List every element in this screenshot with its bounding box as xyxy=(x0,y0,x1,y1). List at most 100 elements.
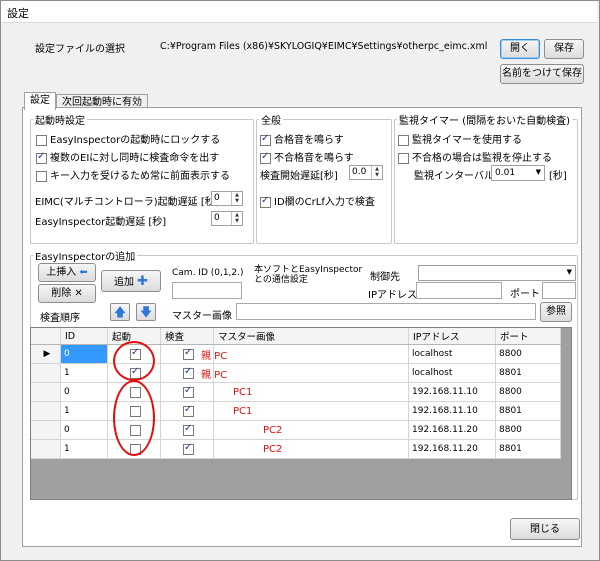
col-header-master[interactable]: マスター画像 xyxy=(213,328,409,345)
plus-icon: ✚ xyxy=(137,274,149,289)
save-as-button[interactable]: 名前をつけて保存 xyxy=(500,64,584,84)
settings-file-path: C:¥Program Files (x86)¥SKYLOGIQ¥EIMC¥Set… xyxy=(160,41,488,52)
id-cell[interactable]: 0 xyxy=(60,420,108,440)
table-row[interactable]: 1 PC2 192.168.11.208801 xyxy=(31,439,561,459)
timer-use-checkbox[interactable] xyxy=(398,134,409,146)
fail-sound-checkbox[interactable] xyxy=(260,151,271,164)
id-cell[interactable]: 0 xyxy=(60,344,108,364)
timer-stop-option[interactable]: 不合格の場合は監視を停止する xyxy=(398,149,552,164)
row-header[interactable] xyxy=(31,401,61,421)
inspector-grid: ID 起動 検査 マスター画像 IPアドレス ポート ▶ 0 親 PC localho… xyxy=(30,327,572,500)
add-button[interactable]: 追加 ✚ xyxy=(101,270,161,292)
id-cell[interactable]: 1 xyxy=(60,439,108,459)
crlf-checkbox[interactable] xyxy=(260,195,271,208)
id-cell[interactable]: 1 xyxy=(60,363,108,383)
check-checkbox[interactable] xyxy=(183,404,194,417)
check-cell[interactable] xyxy=(160,401,214,421)
ei-delay-label: EasyInspector起動遅延 [秒] xyxy=(35,217,167,228)
pass-sound-checkbox[interactable] xyxy=(260,133,271,146)
foreground-checkbox[interactable] xyxy=(36,170,47,182)
ip-cell[interactable]: 192.168.11.10 xyxy=(408,401,496,421)
simultaneous-checkbox[interactable] xyxy=(36,151,47,164)
master-cell[interactable]: PC1 xyxy=(213,382,409,402)
crlf-option[interactable]: ID欄のCrLf入力で検査 xyxy=(260,193,375,208)
ip-cell[interactable]: 192.168.11.10 xyxy=(408,382,496,402)
table-row[interactable]: ▶ 0 親 PC localhost8800 xyxy=(31,344,561,364)
start-annotation-oval-1 xyxy=(113,341,155,381)
check-checkbox[interactable] xyxy=(183,442,194,455)
check-checkbox[interactable] xyxy=(183,385,194,398)
move-up-button[interactable]: 🡅 xyxy=(110,303,130,321)
table-row[interactable]: 0 PC2 192.168.11.208800 xyxy=(31,420,561,440)
port-cell[interactable]: 8801 xyxy=(495,363,561,383)
control-select[interactable]: ▼ xyxy=(418,265,576,281)
table-row[interactable]: 0 PC1 192.168.11.108800 xyxy=(31,382,561,402)
master-cell[interactable]: PC2 xyxy=(213,420,409,440)
master-cell[interactable]: 親 PC xyxy=(201,363,409,383)
check-checkbox[interactable] xyxy=(183,423,194,436)
row-header[interactable] xyxy=(31,363,61,383)
spinner-arrows-icon[interactable]: ▲ ▼ xyxy=(371,166,382,179)
insert-up-label: 上挿入 xyxy=(46,267,77,278)
row-header[interactable]: ▶ xyxy=(31,344,61,364)
lock-option[interactable]: EasyInspectorの起動時にロックする xyxy=(36,131,220,146)
ei-delay-spinner[interactable]: 0 ▲ ▼ xyxy=(211,211,243,226)
spinner-arrows-icon[interactable]: ▲ ▼ xyxy=(231,212,242,225)
move-down-button[interactable]: 🡇 xyxy=(136,303,156,321)
col-header-port[interactable]: ポート xyxy=(495,328,561,345)
master-cell[interactable]: 親 PC xyxy=(201,344,409,364)
port-input[interactable] xyxy=(542,282,576,299)
col-header-id[interactable]: ID xyxy=(60,328,108,345)
foreground-option[interactable]: キー入力を受けるため常に前面表示する xyxy=(36,167,230,182)
port-cell[interactable]: 8800 xyxy=(495,344,561,364)
check-cell[interactable] xyxy=(160,420,214,440)
timer-stop-checkbox[interactable] xyxy=(398,152,409,164)
inspect-delay-spinner[interactable]: 0.0 ▲ ▼ xyxy=(349,165,383,180)
simultaneous-option[interactable]: 複数のEIに対し同時に検査命令を出す xyxy=(36,149,219,164)
fail-sound-option[interactable]: 不合格音を鳴らす xyxy=(260,149,354,164)
col-header-ip[interactable]: IPアドレス xyxy=(408,328,496,345)
spinner-arrows-icon[interactable]: ▲ ▼ xyxy=(231,192,242,205)
control-label: 制御先 xyxy=(370,272,400,283)
check-checkbox[interactable] xyxy=(183,366,194,379)
row-header[interactable] xyxy=(31,382,61,402)
ip-cell[interactable]: localhost xyxy=(408,344,496,364)
ip-cell[interactable]: localhost xyxy=(408,363,496,383)
lock-checkbox[interactable] xyxy=(36,134,47,146)
timer-use-option[interactable]: 監視タイマーを使用する xyxy=(398,131,522,146)
table-row[interactable]: 1 親 PC localhost8801 xyxy=(31,363,561,383)
ip-cell[interactable]: 192.168.11.20 xyxy=(408,420,496,440)
table-row[interactable]: 1 PC1 192.168.11.108801 xyxy=(31,401,561,421)
cam-id-input[interactable] xyxy=(172,282,242,299)
master-cell[interactable]: PC1 xyxy=(213,401,409,421)
row-header[interactable] xyxy=(31,439,61,459)
eimc-delay-spinner[interactable]: 0 ▲ ▼ xyxy=(211,191,243,206)
close-button[interactable]: 閉じる xyxy=(510,518,580,540)
col-header-check[interactable]: 検査 xyxy=(160,328,214,345)
interval-select[interactable]: 0.01 ▼ xyxy=(491,165,545,181)
save-button[interactable]: 保存 xyxy=(544,39,584,59)
inspect-delay-value: 0.0 xyxy=(352,167,367,177)
master-cell[interactable]: PC2 xyxy=(213,439,409,459)
insert-up-button[interactable]: 上挿入 ⬅ xyxy=(38,263,96,282)
eimc-delay-value: 0 xyxy=(214,193,220,203)
delete-button[interactable]: 削除 ✕ xyxy=(38,284,96,303)
id-cell[interactable]: 0 xyxy=(60,382,108,402)
browse-button[interactable]: 参照 xyxy=(540,302,572,322)
master-input[interactable] xyxy=(236,303,536,320)
port-cell[interactable]: 8801 xyxy=(495,439,561,459)
port-cell[interactable]: 8800 xyxy=(495,382,561,402)
port-cell[interactable]: 8800 xyxy=(495,420,561,440)
id-cell[interactable]: 1 xyxy=(60,401,108,421)
current-row-icon: ▶ xyxy=(43,349,51,359)
open-button[interactable]: 開く xyxy=(500,39,540,59)
row-header[interactable] xyxy=(31,420,61,440)
pass-sound-option[interactable]: 合格音を鳴らす xyxy=(260,131,344,146)
ip-cell[interactable]: 192.168.11.20 xyxy=(408,439,496,459)
ip-input[interactable] xyxy=(416,282,502,299)
check-checkbox[interactable] xyxy=(183,347,194,360)
check-cell[interactable] xyxy=(160,439,214,459)
tab-settings[interactable]: 設定 xyxy=(24,92,56,110)
check-cell[interactable] xyxy=(160,382,214,402)
port-cell[interactable]: 8801 xyxy=(495,401,561,421)
